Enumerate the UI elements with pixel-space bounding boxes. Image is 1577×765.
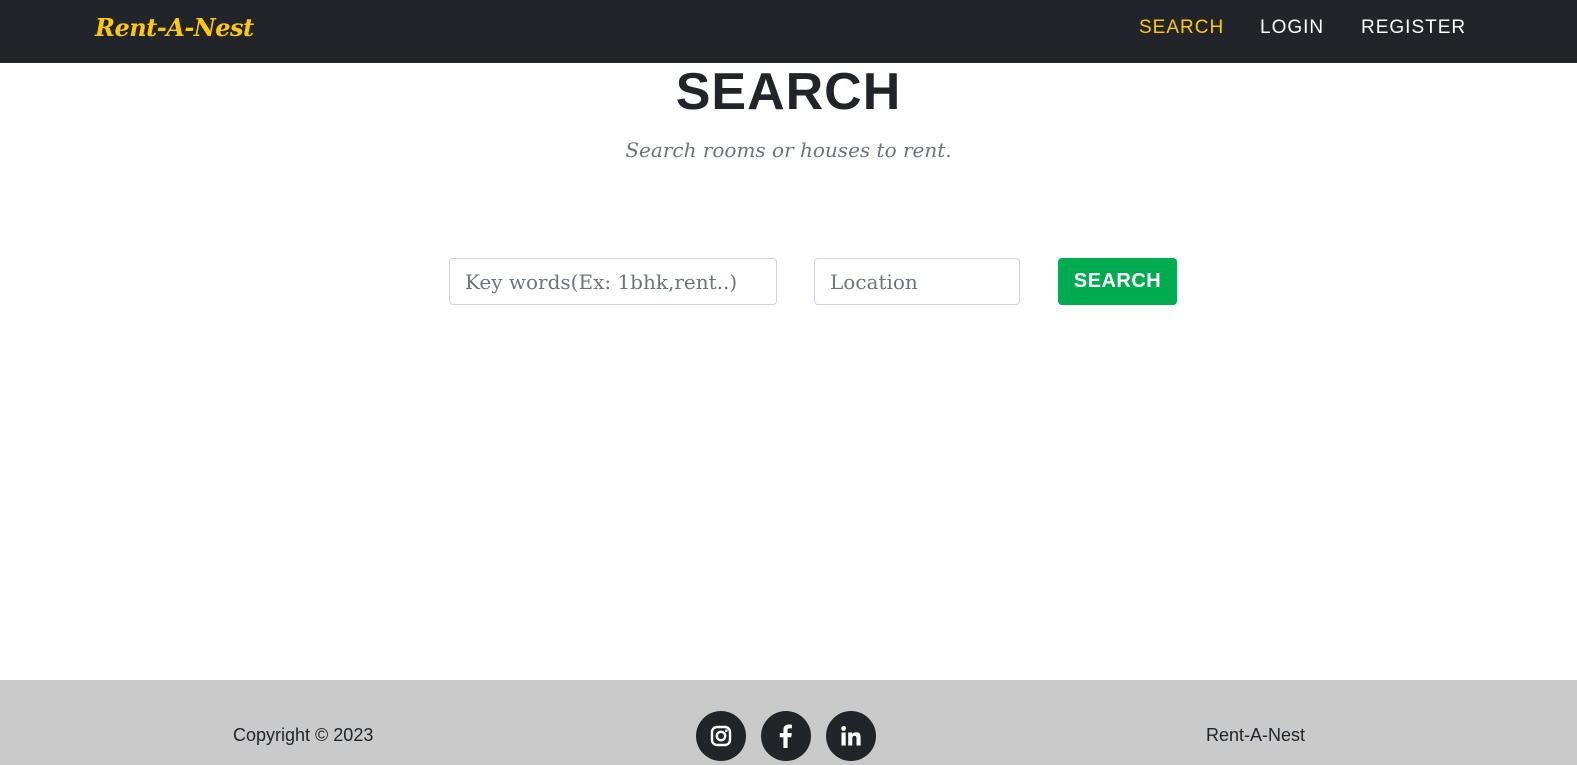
footer-brand: Rent-A-Nest xyxy=(1206,725,1306,745)
instagram-button[interactable] xyxy=(696,711,746,761)
navbar: Rent-A-Nest SEARCH LOGIN REGISTER xyxy=(0,0,1577,63)
footer: Copyright © 2023 Rent-A-Nest xyxy=(0,680,1577,765)
location-input[interactable] xyxy=(814,258,1020,305)
facebook-button[interactable] xyxy=(761,711,811,761)
instagram-icon xyxy=(710,725,732,747)
search-button[interactable]: SEARCH xyxy=(1058,258,1177,305)
nav-link-search[interactable]: SEARCH xyxy=(1139,17,1224,39)
linkedin-button[interactable] xyxy=(826,711,876,761)
linkedin-icon xyxy=(841,726,861,746)
copyright-text: Copyright © 2023 xyxy=(233,725,374,745)
nav-link-register[interactable]: REGISTER xyxy=(1361,17,1466,39)
facebook-icon xyxy=(779,724,792,748)
page-subtitle: Search rooms or houses to rent. xyxy=(625,138,952,162)
nav-link-login[interactable]: LOGIN xyxy=(1260,17,1324,39)
keywords-input[interactable] xyxy=(449,258,777,305)
brand-logo[interactable]: Rent-A-Nest xyxy=(95,13,254,42)
page-title: SEARCH xyxy=(675,63,902,121)
